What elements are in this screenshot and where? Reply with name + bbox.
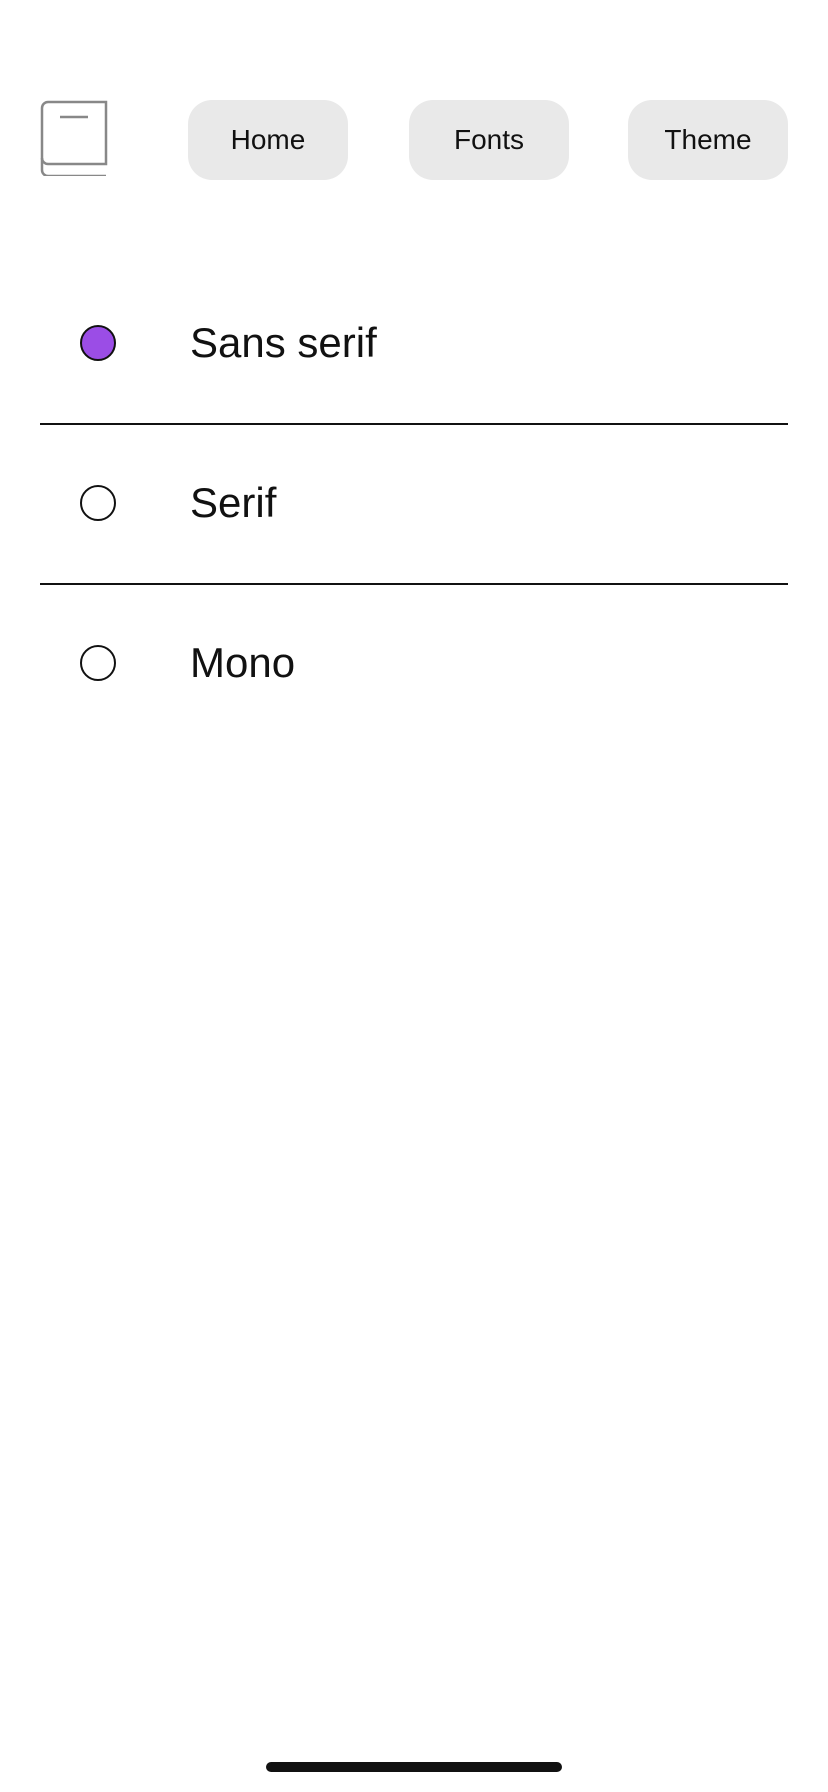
radio-button[interactable]	[80, 485, 116, 521]
font-option-sans-serif[interactable]: Sans serif	[40, 265, 788, 425]
font-option-label: Mono	[190, 639, 296, 686]
theme-button[interactable]: Theme	[628, 100, 788, 180]
radio-button-selected[interactable]	[80, 325, 116, 361]
font-option-label: Serif	[190, 479, 277, 526]
fonts-button[interactable]: Fonts	[409, 100, 569, 180]
book-icon[interactable]	[40, 100, 110, 176]
font-options-list: Sans serif Serif Mono	[40, 265, 788, 743]
font-option-serif[interactable]: Serif	[40, 425, 788, 585]
home-button[interactable]: Home	[188, 100, 348, 180]
home-indicator	[266, 1762, 562, 1772]
top-navigation: Home Fonts Theme	[40, 100, 788, 180]
radio-button[interactable]	[80, 645, 116, 681]
font-option-mono[interactable]: Mono	[40, 585, 788, 743]
font-option-label: Sans serif	[190, 319, 377, 366]
